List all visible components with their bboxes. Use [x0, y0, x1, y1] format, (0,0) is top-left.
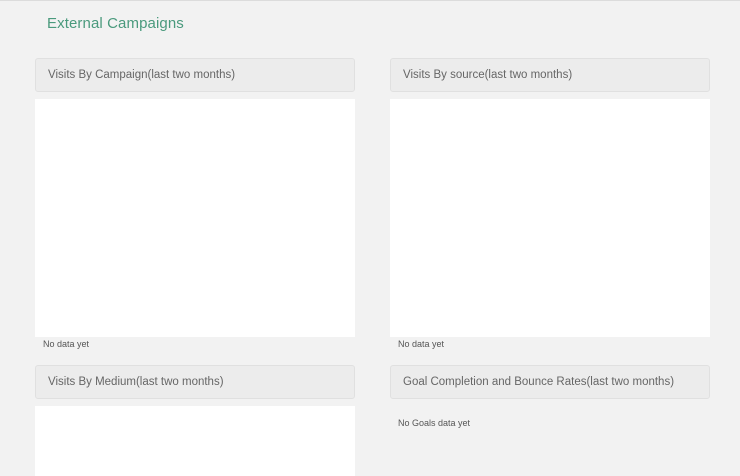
visits-by-source-header: Visits By source(last two months)	[390, 58, 710, 92]
visits-by-medium-header: Visits By Medium(last two months)	[35, 365, 355, 399]
page-title: External Campaigns	[47, 15, 184, 32]
visits-by-campaign-header: Visits By Campaign(last two months)	[35, 58, 355, 92]
visits-by-campaign-chart	[35, 99, 355, 337]
visits-by-source-chart	[390, 99, 710, 337]
visits-by-campaign-empty-message: No data yet	[43, 339, 90, 349]
goal-completion-empty-message: No Goals data yet	[398, 418, 471, 428]
dashboard-page: External Campaigns Visits By Campaign(la…	[0, 0, 740, 476]
visits-by-source-empty-message: No data yet	[398, 339, 445, 349]
goal-completion-header: Goal Completion and Bounce Rates(last tw…	[390, 365, 710, 399]
visits-by-medium-chart	[35, 406, 355, 476]
